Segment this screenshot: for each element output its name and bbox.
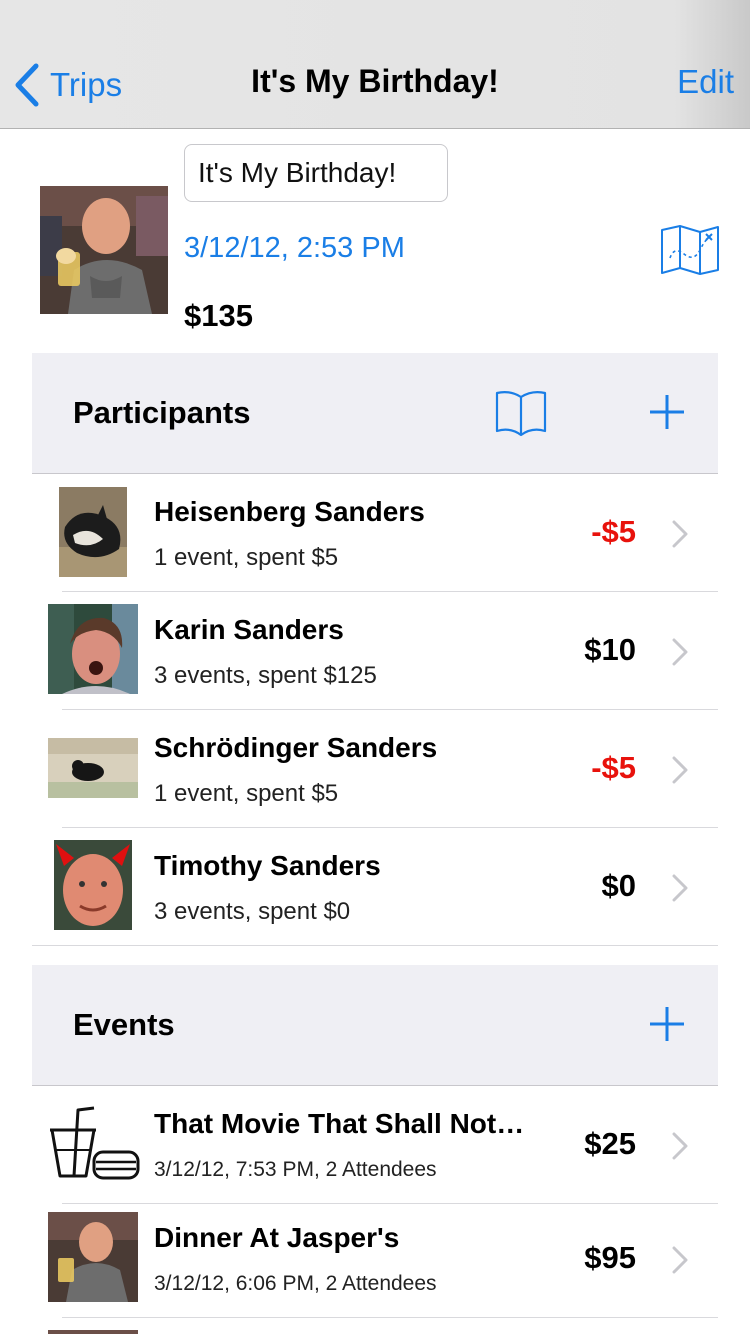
participant-summary: 3 events, spent $0	[154, 898, 351, 925]
navigation-bar: Trips It's My Birthday! Edit	[0, 0, 750, 129]
chevron-right-icon	[672, 874, 688, 902]
event-name: Dinner At Jasper's	[154, 1222, 400, 1253]
address-book-icon[interactable]	[494, 389, 548, 437]
events-section-header: Events	[32, 965, 718, 1086]
trip-date[interactable]: 3/12/12, 2:53 PM	[184, 232, 405, 265]
participant-name: Timothy Sanders	[154, 850, 381, 881]
participant-name: Karin Sanders	[154, 614, 344, 645]
participant-balance: -$5	[591, 514, 636, 549]
participant-summary: 1 event, spent $5	[154, 780, 339, 807]
participant-name: Heisenberg Sanders	[154, 496, 425, 527]
add-event-button[interactable]	[648, 1005, 686, 1043]
food-and-drink-icon	[50, 1106, 140, 1180]
page-title: It's My Birthday!	[251, 63, 499, 99]
trip-photo[interactable]	[40, 186, 168, 314]
participants-section-title: Participants	[73, 395, 251, 430]
event-amount: $25	[584, 1126, 636, 1161]
events-section-title: Events	[73, 1007, 175, 1042]
participant-balance: $10	[584, 632, 636, 667]
participant-name: Schrödinger Sanders	[154, 732, 438, 763]
participant-row[interactable]: Timothy Sanders 3 events, spent $0 $0	[32, 828, 718, 946]
event-row[interactable]: That Movie That Shall Not… 3/12/12, 7:53…	[32, 1086, 718, 1204]
event-summary: 3/12/12, 7:53 PM, 2 Attendees	[154, 1158, 437, 1181]
participants-section-header: Participants	[32, 353, 718, 474]
participant-row[interactable]: Schrödinger Sanders 1 event, spent $5 -$…	[32, 710, 718, 828]
participant-balance: -$5	[591, 750, 636, 785]
event-summary: 3/12/12, 6:06 PM, 2 Attendees	[154, 1272, 437, 1295]
trip-name-field[interactable]: It's My Birthday!	[184, 144, 448, 202]
event-photo	[48, 1212, 138, 1302]
row-divider	[32, 945, 718, 946]
map-icon[interactable]	[660, 224, 720, 276]
chevron-right-icon	[672, 520, 688, 548]
participant-summary: 3 events, spent $125	[154, 662, 377, 689]
participant-row[interactable]: Heisenberg Sanders 1 event, spent $5 -$5	[32, 474, 718, 592]
next-row-peek	[48, 1330, 138, 1334]
participant-summary: 1 event, spent $5	[154, 544, 339, 571]
chevron-right-icon	[672, 638, 688, 666]
participant-photo	[54, 840, 132, 930]
chevron-right-icon	[672, 1246, 688, 1274]
participant-row[interactable]: Karin Sanders 3 events, spent $125 $10	[32, 592, 718, 710]
trip-total: $135	[184, 298, 253, 333]
event-row[interactable]: Dinner At Jasper's 3/12/12, 6:06 PM, 2 A…	[32, 1200, 718, 1318]
edit-button[interactable]: Edit	[677, 63, 734, 101]
chevron-right-icon	[672, 1132, 688, 1160]
participant-photo	[59, 487, 127, 577]
row-divider	[62, 1317, 718, 1318]
participant-balance: $0	[601, 868, 636, 903]
participant-photo	[48, 738, 138, 798]
event-name: That Movie That Shall Not…	[154, 1108, 525, 1139]
participant-photo	[48, 604, 138, 694]
event-amount: $95	[584, 1240, 636, 1275]
add-participant-button[interactable]	[648, 393, 686, 431]
chevron-right-icon	[672, 756, 688, 784]
